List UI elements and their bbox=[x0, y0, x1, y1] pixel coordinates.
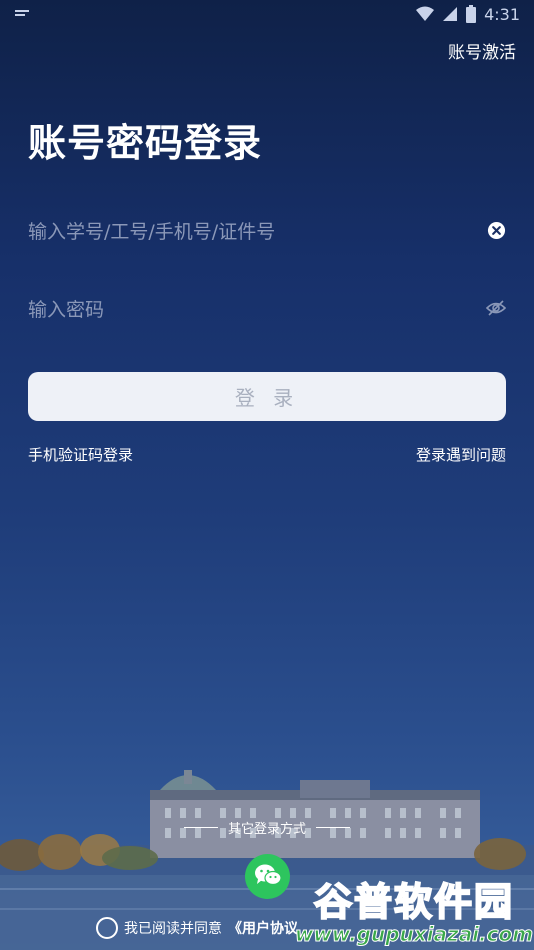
agreement-prefix: 我已阅读并同意 bbox=[124, 921, 222, 937]
password-input-placeholder[interactable]: 输入密码 bbox=[28, 295, 104, 322]
other-login-section: 其它登录方式 bbox=[0, 818, 534, 837]
account-field[interactable]: 输入学号/工号/手机号/证件号 bbox=[28, 210, 506, 250]
notification-icon bbox=[14, 5, 30, 24]
wechat-icon bbox=[254, 863, 282, 891]
other-login-label: 其它登录方式 bbox=[227, 822, 306, 837]
account-activate-link[interactable]: 账号激活 bbox=[448, 38, 516, 63]
signal-icon bbox=[442, 6, 458, 22]
password-field[interactable]: 输入密码 bbox=[28, 288, 506, 328]
agreement-checkbox[interactable] bbox=[96, 917, 118, 939]
sms-login-link[interactable]: 手机验证码登录 bbox=[28, 444, 133, 465]
agreement-row: 我已阅读并同意 《用户协议 bbox=[96, 916, 298, 940]
wechat-login-button[interactable] bbox=[245, 854, 290, 899]
account-input-placeholder[interactable]: 输入学号/工号/手机号/证件号 bbox=[28, 217, 275, 244]
watermark-title: 谷普软件园 bbox=[313, 879, 514, 925]
watermark-logo: 谷普软件园 www.gupuxiazai.com bbox=[294, 868, 534, 948]
status-left bbox=[14, 5, 30, 24]
login-button[interactable]: 登 录 bbox=[28, 372, 506, 421]
divider-line-right bbox=[316, 827, 350, 828]
page-title: 账号密码登录 bbox=[28, 121, 263, 165]
divider-line-left bbox=[183, 827, 218, 828]
watermark-url: www.gupuxiazai.com bbox=[294, 921, 534, 946]
status-bar: 4:31 bbox=[0, 0, 534, 28]
wifi-icon bbox=[416, 6, 435, 22]
clear-icon[interactable] bbox=[486, 220, 506, 240]
login-trouble-link[interactable]: 登录遇到问题 bbox=[416, 444, 506, 465]
eye-off-icon[interactable] bbox=[486, 298, 506, 318]
battery-icon bbox=[466, 5, 477, 23]
status-time: 4:31 bbox=[484, 4, 520, 24]
user-agreement-link[interactable]: 《用户协议 bbox=[228, 918, 298, 938]
status-right: 4:31 bbox=[416, 5, 520, 24]
